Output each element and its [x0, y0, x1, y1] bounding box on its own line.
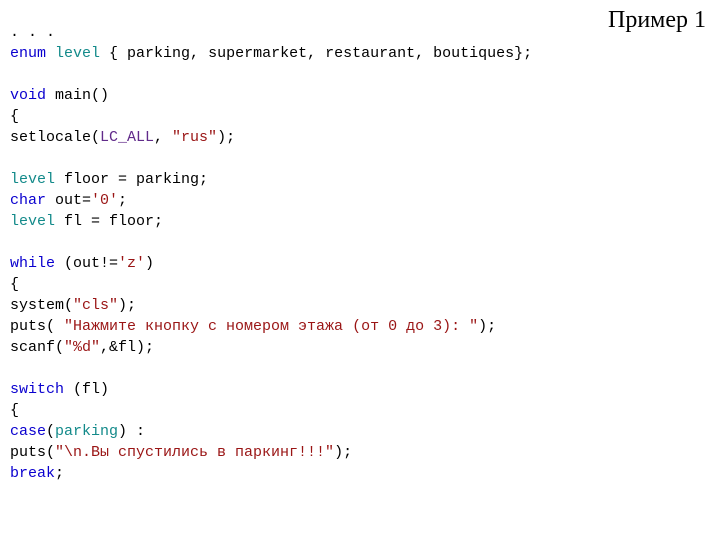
keyword: enum: [10, 45, 46, 62]
text: ): [145, 255, 154, 272]
string: "cls": [73, 297, 118, 314]
keyword: while: [10, 255, 55, 272]
code-line: level fl = floor;: [10, 213, 163, 230]
string: "%d": [64, 339, 100, 356]
code-line: {: [10, 402, 19, 419]
code-line: break;: [10, 465, 64, 482]
text: (: [46, 423, 55, 440]
text: fl = floor;: [55, 213, 163, 230]
macro: LC_ALL: [100, 129, 154, 146]
keyword: case: [10, 423, 46, 440]
code-line: {: [10, 276, 19, 293]
page-title: Пример 1: [608, 4, 706, 38]
string: '0': [91, 192, 118, 209]
code-line: puts("\n.Вы спустились в паркинг!!!");: [10, 444, 352, 461]
code-line: puts( "Нажмите кнопку с номером этажа (о…: [10, 318, 496, 335]
text: );: [217, 129, 235, 146]
code-line: switch (fl): [10, 381, 109, 398]
string: 'z': [118, 255, 145, 272]
text: );: [334, 444, 352, 461]
text: (fl): [64, 381, 109, 398]
keyword: char: [10, 192, 46, 209]
text: puts(: [10, 318, 64, 335]
text: );: [478, 318, 496, 335]
code-line: void main(): [10, 87, 109, 104]
text: floor = parking;: [55, 171, 208, 188]
text: setlocale(: [10, 129, 100, 146]
code-line: char out='0';: [10, 192, 127, 209]
string: "Нажмите кнопку с номером этажа (от 0 до…: [64, 318, 478, 335]
type: level: [10, 171, 55, 188]
string: "rus": [172, 129, 217, 146]
type: parking: [55, 423, 118, 440]
code-line: setlocale(LC_ALL, "rus");: [10, 129, 235, 146]
text: );: [118, 297, 136, 314]
keyword: switch: [10, 381, 64, 398]
text: ) :: [118, 423, 145, 440]
text: main(): [46, 87, 109, 104]
code-line: . . .: [10, 24, 55, 41]
text: scanf(: [10, 339, 64, 356]
text: system(: [10, 297, 73, 314]
code-line: system("cls");: [10, 297, 136, 314]
string: "\n.Вы спустились в паркинг!!!": [55, 444, 334, 461]
code-block: . . . enum level { parking, supermarket,…: [10, 22, 710, 484]
text: ;: [55, 465, 64, 482]
keyword: break: [10, 465, 55, 482]
type: level: [55, 45, 100, 62]
code-line: enum level { parking, supermarket, resta…: [10, 45, 532, 62]
text: out=: [46, 192, 91, 209]
keyword: void: [10, 87, 46, 104]
code-line: case(parking) :: [10, 423, 145, 440]
text: ,: [154, 129, 172, 146]
text: (out!=: [55, 255, 118, 272]
code-line: level floor = parking;: [10, 171, 208, 188]
code-line: {: [10, 108, 19, 125]
code-line: while (out!='z'): [10, 255, 154, 272]
type: level: [10, 213, 55, 230]
text: ,&fl);: [100, 339, 154, 356]
text: puts(: [10, 444, 55, 461]
text: { parking, supermarket, restaurant, bout…: [100, 45, 532, 62]
text: ;: [118, 192, 127, 209]
code-line: scanf("%d",&fl);: [10, 339, 154, 356]
